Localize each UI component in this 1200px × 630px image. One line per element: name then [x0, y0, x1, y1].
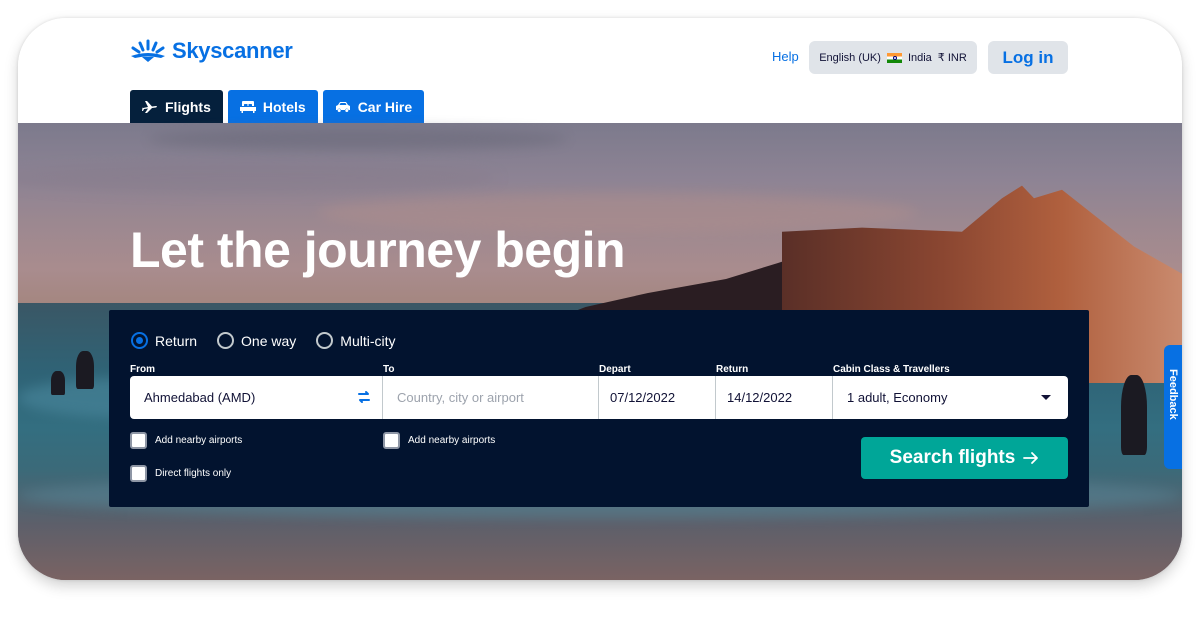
- depart-label: Depart: [599, 364, 631, 375]
- radio-indicator[interactable]: [316, 332, 334, 349]
- arrow-right-icon: [1023, 452, 1039, 464]
- hero-title: Let the journey begin: [130, 222, 626, 278]
- site-header: Skyscanner Help English (UK) India ₹ INR…: [18, 18, 1182, 123]
- page-card: Skyscanner Help English (UK) India ₹ INR…: [18, 18, 1182, 580]
- tab-hotels-label: Hotels: [262, 98, 306, 115]
- product-tabs: Flights Hotels Car Hire: [130, 90, 425, 123]
- radio-indicator[interactable]: [131, 332, 148, 349]
- radio-multi-city-label: Multi-city: [340, 332, 396, 349]
- help-link[interactable]: Help: [772, 49, 799, 64]
- from-label: From: [130, 364, 155, 375]
- flight-search-panel: Return One way Multi-city From To Depart…: [109, 310, 1089, 507]
- swap-arrows-icon[interactable]: [356, 389, 372, 405]
- person-figure: [1121, 375, 1147, 455]
- direct-flights-checkbox[interactable]: Direct flights only: [130, 465, 231, 482]
- skyscanner-logo[interactable]: Skyscanner: [130, 38, 293, 64]
- from-nearby-label: Add nearby airports: [155, 435, 243, 446]
- logo-text: Skyscanner: [172, 38, 293, 63]
- swimmer-figure: [51, 371, 65, 395]
- search-flights-label: Search flights: [889, 447, 1016, 468]
- cloud-shape: [148, 128, 568, 150]
- cabin-label: Cabin Class & Travellers: [833, 364, 950, 375]
- from-input[interactable]: Ahmedabad (AMD): [130, 376, 383, 419]
- language-label: English (UK): [819, 51, 881, 64]
- swimmer-figure: [76, 351, 94, 389]
- return-value: 14/12/2022: [727, 390, 793, 405]
- to-nearby-checkbox[interactable]: Add nearby airports: [383, 432, 495, 449]
- hero-banner: Let the journey begin Return One way Mul…: [18, 123, 1182, 580]
- depart-date-input[interactable]: 07/12/2022: [599, 376, 716, 419]
- direct-flights-label: Direct flights only: [155, 468, 232, 479]
- to-placeholder: Country, city or airport: [397, 390, 524, 405]
- checkbox-box[interactable]: [130, 465, 147, 482]
- to-input[interactable]: Country, city or airport: [383, 376, 599, 419]
- feedback-label: Feedback: [1167, 369, 1179, 420]
- return-label: Return: [716, 364, 749, 375]
- to-nearby-label: Add nearby airports: [408, 435, 496, 446]
- plane-icon: [142, 100, 157, 113]
- radio-return[interactable]: Return: [131, 332, 197, 349]
- car-icon: [335, 101, 350, 112]
- tab-car-hire-label: Car Hire: [357, 98, 413, 115]
- from-value: Ahmedabad (AMD): [144, 390, 256, 405]
- radio-indicator[interactable]: [217, 332, 235, 349]
- from-nearby-checkbox[interactable]: Add nearby airports: [130, 432, 242, 449]
- cabin-travellers-select[interactable]: 1 adult, Economy: [833, 376, 1068, 419]
- checkbox-box[interactable]: [383, 432, 400, 449]
- radio-multi-city[interactable]: Multi-city: [316, 332, 396, 349]
- tab-flights[interactable]: Flights: [130, 90, 223, 123]
- checkbox-box[interactable]: [130, 432, 147, 449]
- tab-car-hire[interactable]: Car Hire: [322, 90, 425, 123]
- chevron-down-icon: [1041, 395, 1051, 400]
- sunrise-logo-icon: [131, 39, 165, 62]
- india-flag-icon: [886, 52, 902, 63]
- login-button[interactable]: Log in: [988, 41, 1068, 74]
- currency-label: ₹ INR: [937, 52, 967, 64]
- locale-selector-button[interactable]: English (UK) India ₹ INR: [809, 41, 977, 74]
- country-label: India: [907, 51, 932, 64]
- depart-value: 07/12/2022: [610, 390, 676, 405]
- cabin-value: 1 adult, Economy: [847, 390, 948, 405]
- cloud-shape: [18, 163, 498, 193]
- radio-one-way-label: One way: [241, 332, 297, 349]
- search-flights-button[interactable]: Search flights: [861, 437, 1068, 479]
- radio-return-label: Return: [155, 332, 198, 349]
- tab-flights-label: Flights: [165, 98, 211, 115]
- search-fields: Ahmedabad (AMD) Country, city or airport…: [130, 376, 1068, 419]
- bed-icon: [239, 100, 256, 113]
- trip-type-group: Return One way Multi-city: [131, 332, 396, 349]
- to-label: To: [383, 364, 395, 375]
- radio-one-way[interactable]: One way: [217, 332, 296, 349]
- return-date-input[interactable]: 14/12/2022: [716, 376, 833, 419]
- feedback-tab[interactable]: Feedback: [1164, 345, 1182, 469]
- tab-hotels[interactable]: Hotels: [227, 90, 318, 123]
